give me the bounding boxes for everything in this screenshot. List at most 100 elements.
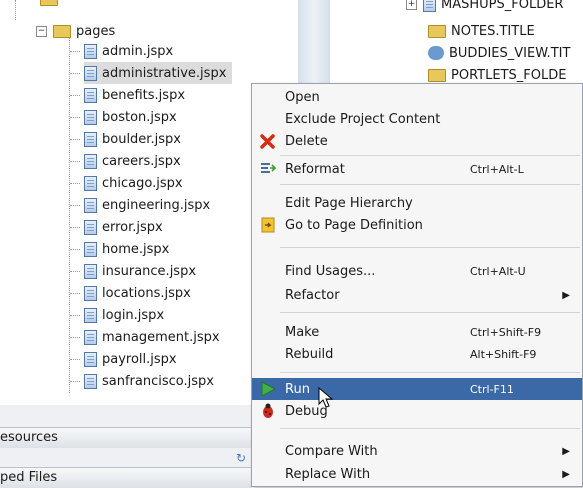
menu-item-edit-page-hierarchy[interactable]: Edit Page Hierarchy [252,192,582,214]
menu-item-go-to-page-definition[interactable]: Go to Page Definition [252,214,582,236]
menu-item-run[interactable]: Run Ctrl-F11 [252,378,582,400]
tree-guide-line [70,161,80,162]
tree-file-node[interactable]: boston.jspx [84,106,183,128]
menu-item-debug[interactable]: Debug [252,400,582,422]
tree-guide-line [70,293,80,294]
menu-shortcut: Ctrl-F11 [470,382,514,396]
panel-title-label: esources [0,430,58,445]
tree-guide-line [70,271,80,272]
jspx-file-icon [84,131,97,147]
tree-item-mashups[interactable]: + MASHUPS_FOLDER [406,0,563,15]
menu-item-open[interactable]: Open [252,86,582,108]
tree-file-node[interactable]: boulder.jspx [84,128,187,150]
tree-guide-line [69,38,70,393]
menu-separator [280,155,580,156]
tree-item-notes[interactable]: NOTES.TITLE [428,20,535,42]
file-label: error.jspx [102,219,163,235]
tree-file-node[interactable]: benefits.jspx [84,84,191,106]
delete-icon [260,134,275,149]
jspx-file-icon [84,241,97,257]
resources-panel-title[interactable]: esources [0,427,252,448]
tree-file-node[interactable]: admin.jspx [84,40,179,62]
file-label: home.jspx [102,241,170,257]
tree-file-node[interactable]: error.jspx [84,216,169,238]
file-label: boulder.jspx [102,131,181,147]
tree-file-node[interactable]: insurance.jspx [84,260,202,282]
menu-item-delete[interactable]: Delete [252,130,582,152]
menu-label: Rebuild [285,346,334,362]
menu-label: Find Usages... [285,263,376,279]
context-menu: Open Exclude Project Content Delete Refo… [251,83,583,487]
menu-label: Make [285,324,320,340]
tree-guide-line [70,139,80,140]
collapse-icon[interactable]: − [36,25,47,37]
file-label: sanfrancisco.jspx [102,373,214,389]
bottom-panels: esources ↻ ped Files [0,405,252,488]
tree-item-buddies[interactable]: BUDDIES_VIEW.TIT [428,42,570,64]
jspx-file-icon [84,153,97,169]
menu-label: Run [285,381,310,397]
file-label: insurance.jspx [102,263,197,279]
folder-icon [428,24,446,38]
tree-folder-parent[interactable] [40,0,63,10]
menu-item-compare-with[interactable]: Compare With ▶ [252,440,582,462]
menu-item-replace-with[interactable]: Replace With ▶ [252,463,582,485]
users-icon [428,46,444,60]
tree-guide-line [15,0,16,20]
menu-label: Refactor [285,287,340,303]
right-tree: + MASHUPS_FOLDER NOTES.TITLE BUDDIES_VIE… [330,0,583,90]
tree-file-node[interactable]: chicago.jspx [84,172,189,194]
folder-icon [428,68,446,82]
tree-guide-line [70,51,80,52]
menu-item-rebuild[interactable]: Rebuild Alt+Shift-F9 [252,343,582,365]
recent-files-panel-title[interactable]: ped Files [0,467,252,488]
file-label: careers.jspx [102,153,181,169]
submenu-arrow-icon: ▶ [562,289,570,301]
file-label: benefits.jspx [102,87,186,103]
tree-file-node[interactable]: administrative.jspx [84,62,233,84]
submenu-arrow-icon: ▶ [562,445,570,457]
file-label: admin.jspx [102,43,174,59]
menu-label: Replace With [285,466,371,482]
tree-file-node[interactable]: sanfrancisco.jspx [84,370,220,392]
tree-file-node[interactable]: careers.jspx [84,150,187,172]
tree-guide-line [70,249,80,250]
file-label: management.jspx [102,329,220,345]
tree-item-label: NOTES.TITLE [451,23,535,39]
jspx-file-icon [84,197,97,213]
jspx-file-icon [84,285,97,301]
run-icon [261,381,276,397]
file-label: engineering.jspx [102,197,211,213]
tree-guide-line [70,205,80,206]
tree-guide-line [70,337,80,338]
tree-file-node[interactable]: payroll.jspx [84,348,183,370]
debug-bug-icon [263,403,273,418]
tree-file-node[interactable]: engineering.jspx [84,194,216,216]
tree-folder-pages[interactable]: − pages [36,20,115,42]
tree-file-node[interactable]: home.jspx [84,238,175,260]
tree-item-label: BUDDIES_VIEW.TIT [449,45,571,61]
file-label: login.jspx [102,307,165,323]
jspx-file-icon [84,351,97,367]
tree-file-node[interactable]: login.jspx [84,304,170,326]
tree-guide-line [70,117,80,118]
menu-shortcut: Ctrl+Shift-F9 [470,325,542,339]
tree-item-label: PORTLETS_FOLDE [451,67,567,83]
tree-file-node[interactable]: management.jspx [84,326,226,348]
menu-separator [280,312,580,313]
menu-separator [280,372,580,373]
jspx-file-icon [84,65,97,81]
menu-item-exclude[interactable]: Exclude Project Content [252,108,582,130]
menu-item-refactor[interactable]: Refactor ▶ [252,284,582,306]
folder-icon [40,0,58,6]
menu-item-find-usages[interactable]: Find Usages... Ctrl+Alt-U [252,260,582,282]
menu-item-reformat[interactable]: Reformat Ctrl+Alt-L [252,158,582,180]
file-label: administrative.jspx [102,65,227,81]
menu-label: Compare With [285,443,378,459]
menu-label: Exclude Project Content [285,111,441,127]
tree-file-node[interactable]: locations.jspx [84,282,197,304]
menu-label: Go to Page Definition [285,217,423,233]
expand-icon[interactable]: + [406,0,417,10]
menu-item-make[interactable]: Make Ctrl+Shift-F9 [252,321,582,343]
refresh-icon[interactable]: ↻ [236,451,246,465]
